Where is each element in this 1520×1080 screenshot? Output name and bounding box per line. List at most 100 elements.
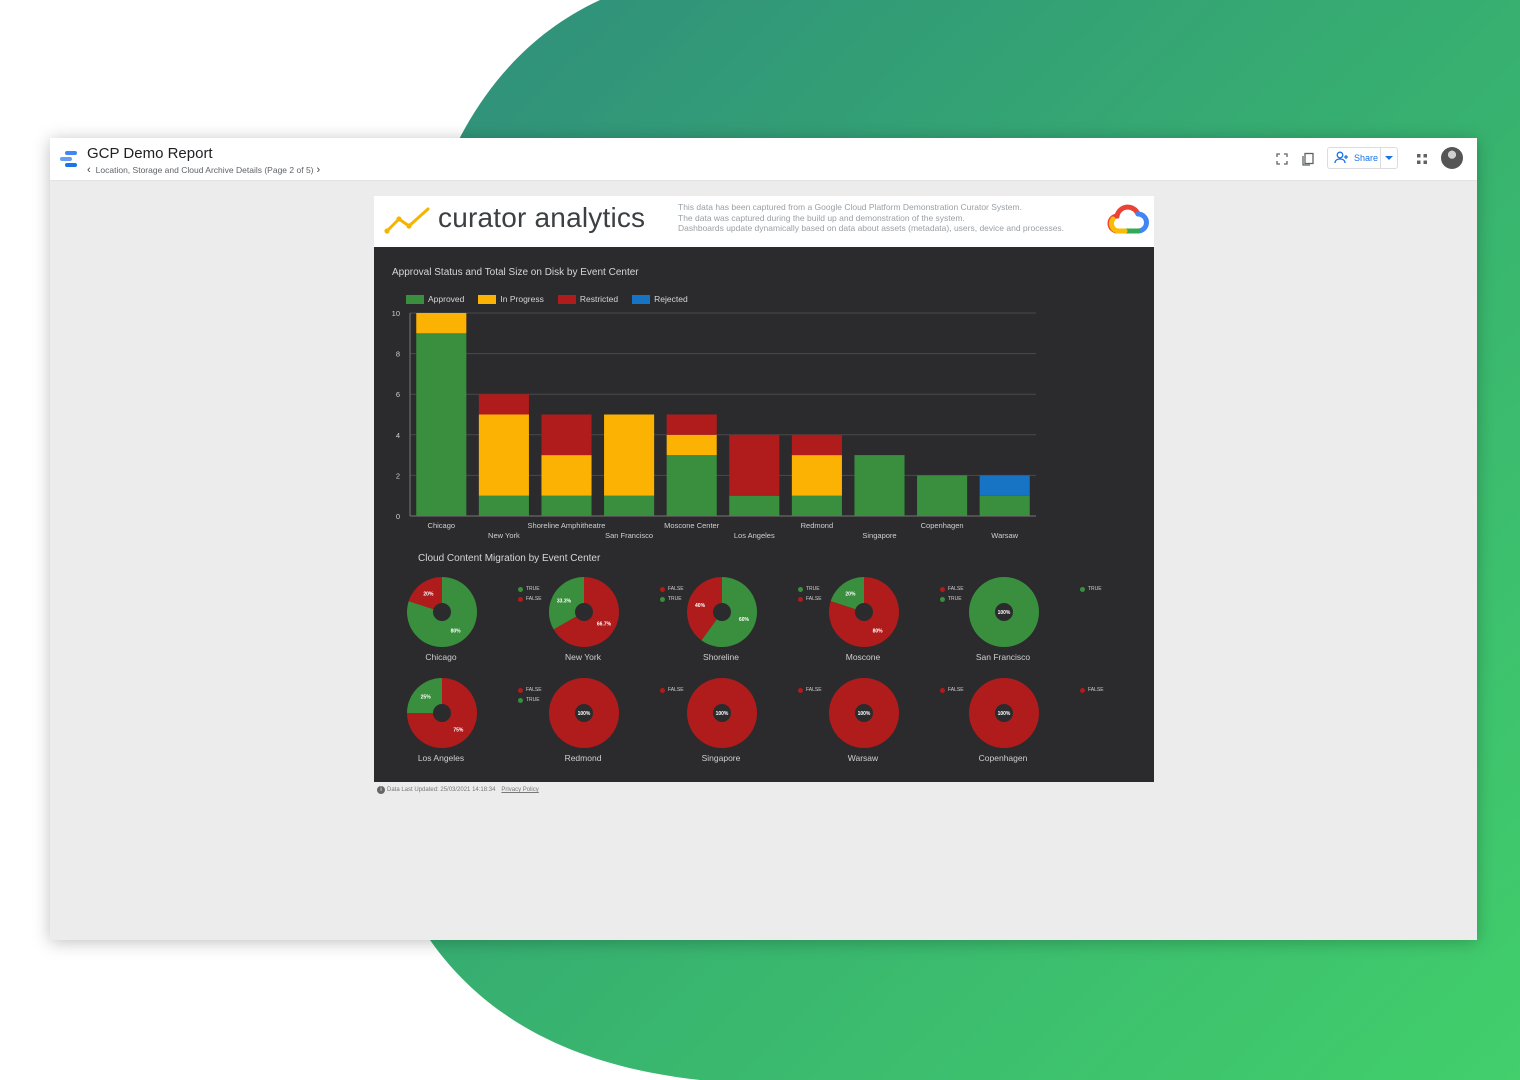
pie-chart-name: Copenhagen — [978, 753, 1028, 763]
y-tick-label: 4 — [396, 431, 400, 440]
pie-legend: TRUE FALSE — [798, 584, 822, 604]
pie-legend-label: FALSE — [948, 586, 964, 592]
pie-chart-name: Chicago — [425, 652, 457, 662]
bar-segment-in-progress — [541, 455, 592, 496]
description-line: Dashboards update dynamically based on d… — [678, 223, 1065, 233]
pie-section-title: Cloud Content Migration by Event Center — [418, 553, 601, 564]
pie-legend: FALSE — [798, 685, 822, 695]
user-avatar[interactable] — [1441, 147, 1463, 169]
pie-svg: 100% — [687, 678, 757, 748]
legend-item[interactable]: Restricted — [557, 294, 618, 304]
bar-segment-approved — [541, 495, 592, 516]
chevron-right-icon[interactable]: › — [314, 164, 324, 176]
pie-legend-item[interactable]: TRUE — [518, 584, 542, 594]
y-tick-label: 2 — [396, 471, 400, 480]
data-last-updated: Data Last Updated: 25/03/2021 14:18:34 — [387, 787, 496, 793]
pie-legend-label: FALSE — [1088, 687, 1104, 693]
pie-slice-label: 100% — [998, 610, 1011, 616]
pie-legend-item[interactable]: FALSE — [940, 584, 964, 594]
legend-swatch — [406, 294, 424, 304]
pie-legend: TRUE — [1080, 584, 1102, 594]
legend-swatch — [632, 294, 651, 304]
bar-segment-approved — [979, 495, 1030, 516]
report-title: GCP Demo Report — [87, 145, 213, 162]
pie-legend-dot — [660, 687, 665, 693]
pie-legend-label: TRUE — [668, 596, 682, 602]
y-tick-label: 10 — [392, 309, 400, 318]
pie-legend-label: FALSE — [806, 596, 822, 602]
legend-item[interactable]: Approved — [406, 294, 464, 304]
report-window: GCP Demo Report ‹ Location, Storage and … — [50, 138, 1477, 940]
pie-slice-label: 20% — [423, 591, 434, 597]
pie-legend-label: TRUE — [526, 697, 540, 703]
bar-segment-restricted — [478, 394, 529, 415]
legend-item[interactable]: Rejected — [632, 294, 688, 304]
pie-legend-item[interactable]: FALSE — [798, 685, 822, 695]
x-tick-label: Warsaw — [991, 531, 1018, 540]
chevron-left-icon[interactable]: ‹ — [87, 164, 96, 176]
pie-chart-name: San Francisco — [975, 652, 1031, 662]
chevron-down-icon[interactable] — [1380, 148, 1397, 168]
bar-segment-in-progress — [478, 414, 529, 496]
x-tick-label: Moscone Center — [664, 521, 720, 530]
pie-legend-item[interactable]: FALSE — [518, 685, 542, 695]
pie-svg: 80% 20% — [829, 577, 899, 647]
x-tick-label: Singapore — [862, 531, 896, 540]
pie-legend-item[interactable]: FALSE — [798, 594, 822, 604]
pie-legend-label: TRUE — [1088, 586, 1102, 592]
bar-segment-restricted — [541, 414, 592, 456]
pie-legend-label: FALSE — [948, 687, 964, 693]
info-icon: i — [377, 786, 385, 794]
pie-center-hole — [433, 704, 451, 722]
privacy-policy-link[interactable]: Privacy Policy — [501, 787, 538, 793]
pie-legend-item[interactable]: TRUE — [518, 695, 542, 705]
pie-chart-chicago: 80% 20% TRUE FALSE Chicago — [406, 576, 546, 671]
bar-segment-approved — [666, 455, 717, 516]
report-header: curator analytics This data has been cap… — [374, 196, 1154, 247]
share-button[interactable]: Share — [1327, 147, 1398, 169]
y-tick-label: 8 — [396, 350, 400, 359]
google-cloud-logo-icon — [1107, 204, 1149, 234]
pie-legend-item[interactable]: TRUE — [940, 594, 964, 604]
copy-icon[interactable] — [1300, 151, 1316, 167]
pie-legend-item[interactable]: FALSE — [660, 584, 684, 594]
pie-legend-item[interactable]: FALSE — [940, 685, 964, 695]
pie-legend-item[interactable]: TRUE — [798, 584, 822, 594]
page-label[interactable]: Location, Storage and Cloud Archive Deta… — [96, 165, 314, 175]
pie-chart-name: Moscone — [845, 652, 881, 662]
bar-segment-approved — [604, 495, 655, 516]
legend-item[interactable]: In Progress — [478, 294, 544, 304]
y-tick-label: 0 — [396, 512, 400, 521]
data-studio-logo-icon — [60, 151, 77, 167]
add-person-icon — [1334, 151, 1348, 164]
legend-label: In Progress — [500, 294, 544, 304]
report-description: This data has been captured from a Googl… — [678, 202, 1064, 234]
apps-grid-icon[interactable] — [1414, 151, 1430, 167]
pie-center-hole — [433, 603, 451, 621]
pie-chart-name: Los Angeles — [417, 753, 465, 763]
x-tick-label: Redmond — [801, 521, 834, 530]
bar-segment-restricted — [791, 434, 842, 456]
bar-segment-approved — [917, 475, 968, 516]
pie-legend-item[interactable]: TRUE — [660, 594, 684, 604]
pie-slice-label: 40% — [695, 603, 706, 609]
pie-chart-name: Singapore — [701, 753, 741, 763]
pie-legend-item[interactable]: FALSE — [660, 685, 684, 695]
legend-label: Approved — [428, 294, 465, 304]
pie-slice-label: 80% — [873, 629, 884, 635]
pie-svg: 80% 20% — [407, 577, 477, 647]
pie-chart-moscone: 80% 20% FALSE TRUE Moscone — [828, 576, 968, 671]
pie-legend-item[interactable]: FALSE — [1080, 685, 1104, 695]
pie-legend-label: FALSE — [668, 586, 684, 592]
pie-legend-item[interactable]: TRUE — [1080, 584, 1102, 594]
pie-legend: FALSE TRUE — [518, 685, 542, 705]
pie-center-hole — [713, 603, 731, 621]
bar-chart-title: Approval Status and Total Size on Disk b… — [392, 267, 639, 278]
bar-segment-restricted — [729, 434, 780, 496]
pie-slice-label: 75% — [453, 727, 464, 733]
pie-legend-item[interactable]: FALSE — [518, 594, 542, 604]
fullscreen-icon[interactable] — [1274, 151, 1290, 167]
pie-legend-dot — [798, 596, 803, 602]
description-line: The data was captured during the build u… — [678, 212, 965, 223]
pie-legend-dot — [798, 586, 803, 592]
